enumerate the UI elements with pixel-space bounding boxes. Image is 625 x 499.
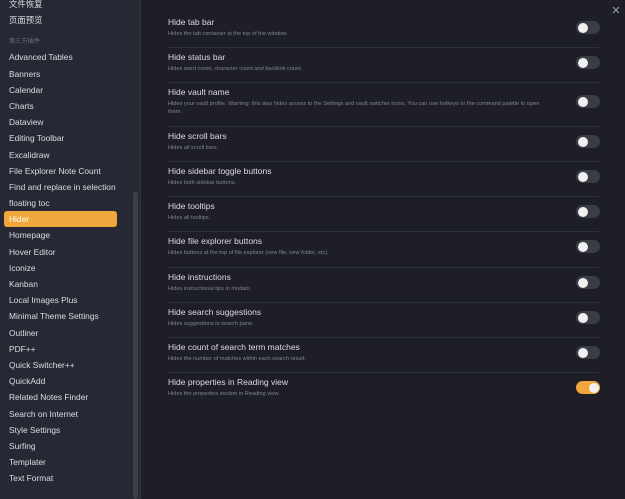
setting-name: Hide file explorer buttons (168, 236, 263, 246)
setting-item: Hide vault name Hides your vault profile.… (168, 82, 600, 127)
sidebar-item-quickadd[interactable]: QuickAdd (0, 373, 132, 389)
setting-item: Hide sidebar toggle buttons Hides both si… (168, 161, 600, 197)
sidebar-item-text-format[interactable]: Text Format (0, 470, 132, 486)
setting-toggle[interactable] (576, 21, 600, 34)
sidebar-item-hover-editor[interactable]: Hover Editor (0, 244, 132, 260)
sidebar-scrollbar[interactable] (133, 192, 138, 499)
toggle-knob (577, 136, 588, 147)
setting-name: Hide tooltips (168, 201, 215, 211)
setting-description: Hides buttons at the top of file explore… (168, 250, 329, 256)
setting-item: Hide count of search term matches Hides t… (168, 337, 600, 373)
setting-description: Hides both sidebar buttons. (168, 180, 237, 186)
setting-item: Hide tooltips Hides all tooltips. (168, 196, 600, 232)
setting-name: Hide scroll bars (168, 131, 227, 141)
setting-description: Hides your vault profile. Warning: this … (168, 101, 540, 115)
hider-settings-panel: Hide tab bar Hides the tab container at t… (141, 0, 625, 499)
sidebar-item-calendar[interactable]: Calendar (0, 82, 132, 98)
toggle-knob (577, 277, 588, 288)
toggle-knob (577, 206, 588, 217)
setting-toggle[interactable] (576, 381, 600, 394)
sidebar-item-surfing[interactable]: Surfing (0, 438, 132, 454)
sidebar-item-hider[interactable]: Hider (4, 211, 117, 228)
setting-description: Hides suggestions in search pane. (168, 321, 254, 327)
toggle-knob (588, 382, 599, 393)
sidebar-item-homepage[interactable]: Homepage (0, 227, 132, 243)
setting-name: Hide tab bar (168, 17, 215, 27)
sidebar-item-find-and-replace-in-selection[interactable]: Find and replace in selection (0, 179, 132, 195)
sidebar-item-pdf[interactable]: PDF++ (0, 341, 132, 357)
sidebar-item-search-on-internet[interactable]: Search on Internet (0, 406, 132, 422)
toggle-knob (577, 312, 588, 323)
toggle-knob (577, 171, 588, 182)
setting-name: Hide vault name (168, 87, 230, 97)
setting-name: Hide sidebar toggle buttons (168, 166, 272, 176)
toggle-knob (577, 57, 588, 68)
setting-item: Hide search suggestions Hides suggestions… (168, 302, 600, 338)
setting-toggle[interactable] (576, 276, 600, 289)
sidebar-item-local-images-plus[interactable]: Local Images Plus (0, 292, 132, 308)
setting-toggle[interactable] (576, 311, 600, 324)
toggle-knob (577, 22, 588, 33)
sidebar-item-floating-toc[interactable]: floating toc (0, 195, 132, 211)
sidebar-item-editing-toolbar[interactable]: Editing Toolbar (0, 130, 132, 146)
sidebar-item-outliner[interactable]: Outliner (0, 325, 132, 341)
setting-description: Hides instructional tips in modals. (168, 286, 252, 292)
setting-item: Hide file explorer buttons Hides buttons … (168, 231, 600, 268)
toggle-knob (577, 241, 588, 252)
sidebar-section-heading: 第三方插件 (9, 38, 40, 46)
close-icon[interactable]: ✕ (609, 4, 623, 18)
setting-description: Hides the tab container at the top of th… (168, 31, 288, 37)
setting-name: Hide search suggestions (168, 307, 262, 317)
sidebar-item-templater[interactable]: Templater (0, 454, 132, 470)
setting-item: Hide properties in Reading view Hides the… (168, 372, 600, 407)
setting-description: Hides all scroll bars. (168, 145, 219, 151)
sidebar-item-iconize[interactable]: Iconize (0, 260, 132, 276)
setting-item: Hide scroll bars Hides all scroll bars. (168, 126, 600, 162)
sidebar-item-core-0[interactable]: 文件恢复 (0, 0, 132, 12)
setting-toggle[interactable] (576, 205, 600, 218)
sidebar-item-advanced-tables[interactable]: Advanced Tables (0, 49, 132, 65)
setting-name: Hide status bar (168, 52, 226, 62)
setting-toggle[interactable] (576, 170, 600, 183)
setting-toggle[interactable] (576, 346, 600, 359)
setting-name: Hide properties in Reading view (168, 377, 289, 387)
setting-description: Hides all tooltips. (168, 215, 211, 221)
setting-name: Hide count of search term matches (168, 342, 300, 352)
plugin-list: 文件恢复 页面预览第三方插件 Advanced Tables Banners Calen… (0, 0, 132, 486)
sidebar-item-kanban[interactable]: Kanban (0, 276, 132, 292)
sidebar-item-excalidraw[interactable]: Excalidraw (0, 147, 132, 163)
sidebar-item-core-1[interactable]: 页面预览 (0, 12, 132, 28)
sidebar-item-charts[interactable]: Charts (0, 98, 132, 114)
setting-description: Hides the number of matches within each … (168, 356, 306, 362)
setting-item: Hide status bar Hides word count, charact… (168, 47, 600, 83)
toggle-knob (577, 96, 588, 107)
sidebar-item-file-explorer-note-count[interactable]: File Explorer Note Count (0, 163, 132, 179)
setting-description: Hides the properties section in Reading … (168, 391, 280, 397)
setting-toggle[interactable] (576, 135, 600, 148)
setting-item: Hide tab bar Hides the tab container at t… (168, 12, 600, 48)
settings-sidebar: 文件恢复 页面预览第三方插件 Advanced Tables Banners Calen… (0, 0, 141, 499)
setting-name: Hide instructions (168, 272, 231, 282)
sidebar-item-minimal-theme-settings[interactable]: Minimal Theme Settings (0, 308, 132, 324)
toggle-knob (577, 347, 588, 358)
setting-item: Hide instructions Hides instructional tip… (168, 267, 600, 303)
sidebar-item-style-settings[interactable]: Style Settings (0, 422, 132, 438)
sidebar-item-dataview[interactable]: Dataview (0, 114, 132, 130)
setting-toggle[interactable] (576, 95, 600, 108)
sidebar-item-banners[interactable]: Banners (0, 66, 132, 82)
setting-toggle[interactable] (576, 56, 600, 69)
sidebar-item-related-notes-finder[interactable]: Related Notes Finder (0, 389, 132, 405)
setting-toggle[interactable] (576, 240, 600, 253)
sidebar-item-quick-switcher[interactable]: Quick Switcher++ (0, 357, 132, 373)
setting-description: Hides word count, character count and ba… (168, 66, 303, 72)
